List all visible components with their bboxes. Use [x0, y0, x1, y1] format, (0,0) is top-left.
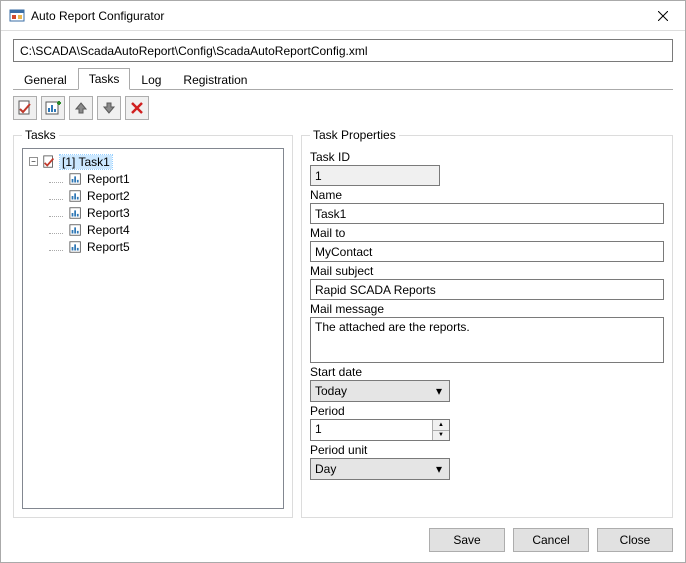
report-icon — [69, 189, 83, 203]
app-icon — [9, 8, 25, 24]
tree-report-label: Report1 — [87, 172, 130, 186]
content-area: General Tasks Log Registration — [1, 31, 685, 562]
window-close-button[interactable] — [640, 1, 685, 31]
tabs-header: General Tasks Log Registration — [13, 68, 673, 90]
save-button[interactable]: Save — [429, 528, 505, 552]
tab-registration[interactable]: Registration — [172, 69, 258, 90]
tree-report-node[interactable]: Report4 — [49, 221, 279, 238]
task-properties-label: Task Properties — [310, 128, 399, 142]
tree-report-label: Report5 — [87, 240, 130, 254]
tree-report-node[interactable]: Report3 — [49, 204, 279, 221]
start-date-label: Start date — [310, 365, 664, 379]
tab-tasks[interactable]: Tasks — [78, 68, 131, 90]
footer: Save Cancel Close — [13, 518, 673, 552]
tasks-tree[interactable]: − [1] Task1 — [22, 148, 284, 509]
mail-message-label: Mail message — [310, 302, 664, 316]
add-report-button[interactable] — [41, 96, 65, 120]
close-icon — [658, 11, 668, 21]
tree-report-label: Report2 — [87, 189, 130, 203]
arrow-up-icon — [74, 101, 88, 115]
add-task-button[interactable] — [13, 96, 37, 120]
task-icon — [42, 155, 56, 169]
period-stepper[interactable]: 1 ▲ ▼ — [310, 419, 450, 441]
tasks-group: Tasks − [1] Task1 — [13, 128, 293, 518]
period-unit-value: Day — [315, 462, 336, 476]
delete-x-icon — [131, 102, 143, 114]
task-id-label: Task ID — [310, 150, 664, 164]
chevron-down-icon: ▾ — [431, 384, 447, 398]
mail-to-field[interactable] — [310, 241, 664, 262]
task-properties-group: Task Properties Task ID Name Mail to Mai… — [301, 128, 673, 518]
mail-subject-label: Mail subject — [310, 264, 664, 278]
tasks-group-label: Tasks — [22, 128, 59, 142]
tree-report-label: Report4 — [87, 223, 130, 237]
tab-log[interactable]: Log — [130, 69, 172, 90]
period-label: Period — [310, 404, 664, 418]
tab-general[interactable]: General — [13, 69, 78, 90]
panes: Tasks − [1] Task1 — [13, 128, 673, 518]
delete-button[interactable] — [125, 96, 149, 120]
cancel-button[interactable]: Cancel — [513, 528, 589, 552]
tree-report-node[interactable]: Report5 — [49, 238, 279, 255]
arrow-down-icon — [102, 101, 116, 115]
tree-report-node[interactable]: Report1 — [49, 170, 279, 187]
report-icon — [69, 172, 83, 186]
period-unit-label: Period unit — [310, 443, 664, 457]
tree-task-label[interactable]: [1] Task1 — [60, 155, 112, 169]
report-icon — [69, 240, 83, 254]
titlebar: Auto Report Configurator — [1, 1, 685, 31]
tree-task-node[interactable]: − [1] Task1 — [29, 153, 279, 170]
chevron-down-icon: ▾ — [431, 462, 447, 476]
move-down-button[interactable] — [97, 96, 121, 120]
config-path-row — [13, 39, 673, 62]
start-date-value: Today — [315, 384, 347, 398]
tree-report-label: Report3 — [87, 206, 130, 220]
spin-down-icon[interactable]: ▼ — [433, 430, 449, 441]
period-value[interactable]: 1 — [311, 420, 432, 440]
name-field[interactable] — [310, 203, 664, 224]
period-unit-combo[interactable]: Day ▾ — [310, 458, 450, 480]
mail-message-field[interactable]: The attached are the reports. — [310, 317, 664, 363]
config-path-input[interactable] — [13, 39, 673, 62]
tree-children: Report1 Report2 — [29, 170, 279, 255]
tree-expander-icon[interactable]: − — [29, 157, 38, 166]
name-label: Name — [310, 188, 664, 202]
mail-subject-field[interactable] — [310, 279, 664, 300]
window-title: Auto Report Configurator — [31, 9, 640, 23]
task-id-field — [310, 165, 440, 186]
report-icon — [69, 206, 83, 220]
chart-plus-icon — [45, 100, 61, 116]
close-button[interactable]: Close — [597, 528, 673, 552]
start-date-combo[interactable]: Today ▾ — [310, 380, 450, 402]
tree-report-node[interactable]: Report2 — [49, 187, 279, 204]
app-window: Auto Report Configurator General Tasks L… — [0, 0, 686, 563]
document-check-icon — [17, 100, 33, 116]
move-up-button[interactable] — [69, 96, 93, 120]
mail-to-label: Mail to — [310, 226, 664, 240]
report-icon — [69, 223, 83, 237]
toolbar — [13, 96, 673, 120]
spin-up-icon[interactable]: ▲ — [433, 420, 449, 430]
